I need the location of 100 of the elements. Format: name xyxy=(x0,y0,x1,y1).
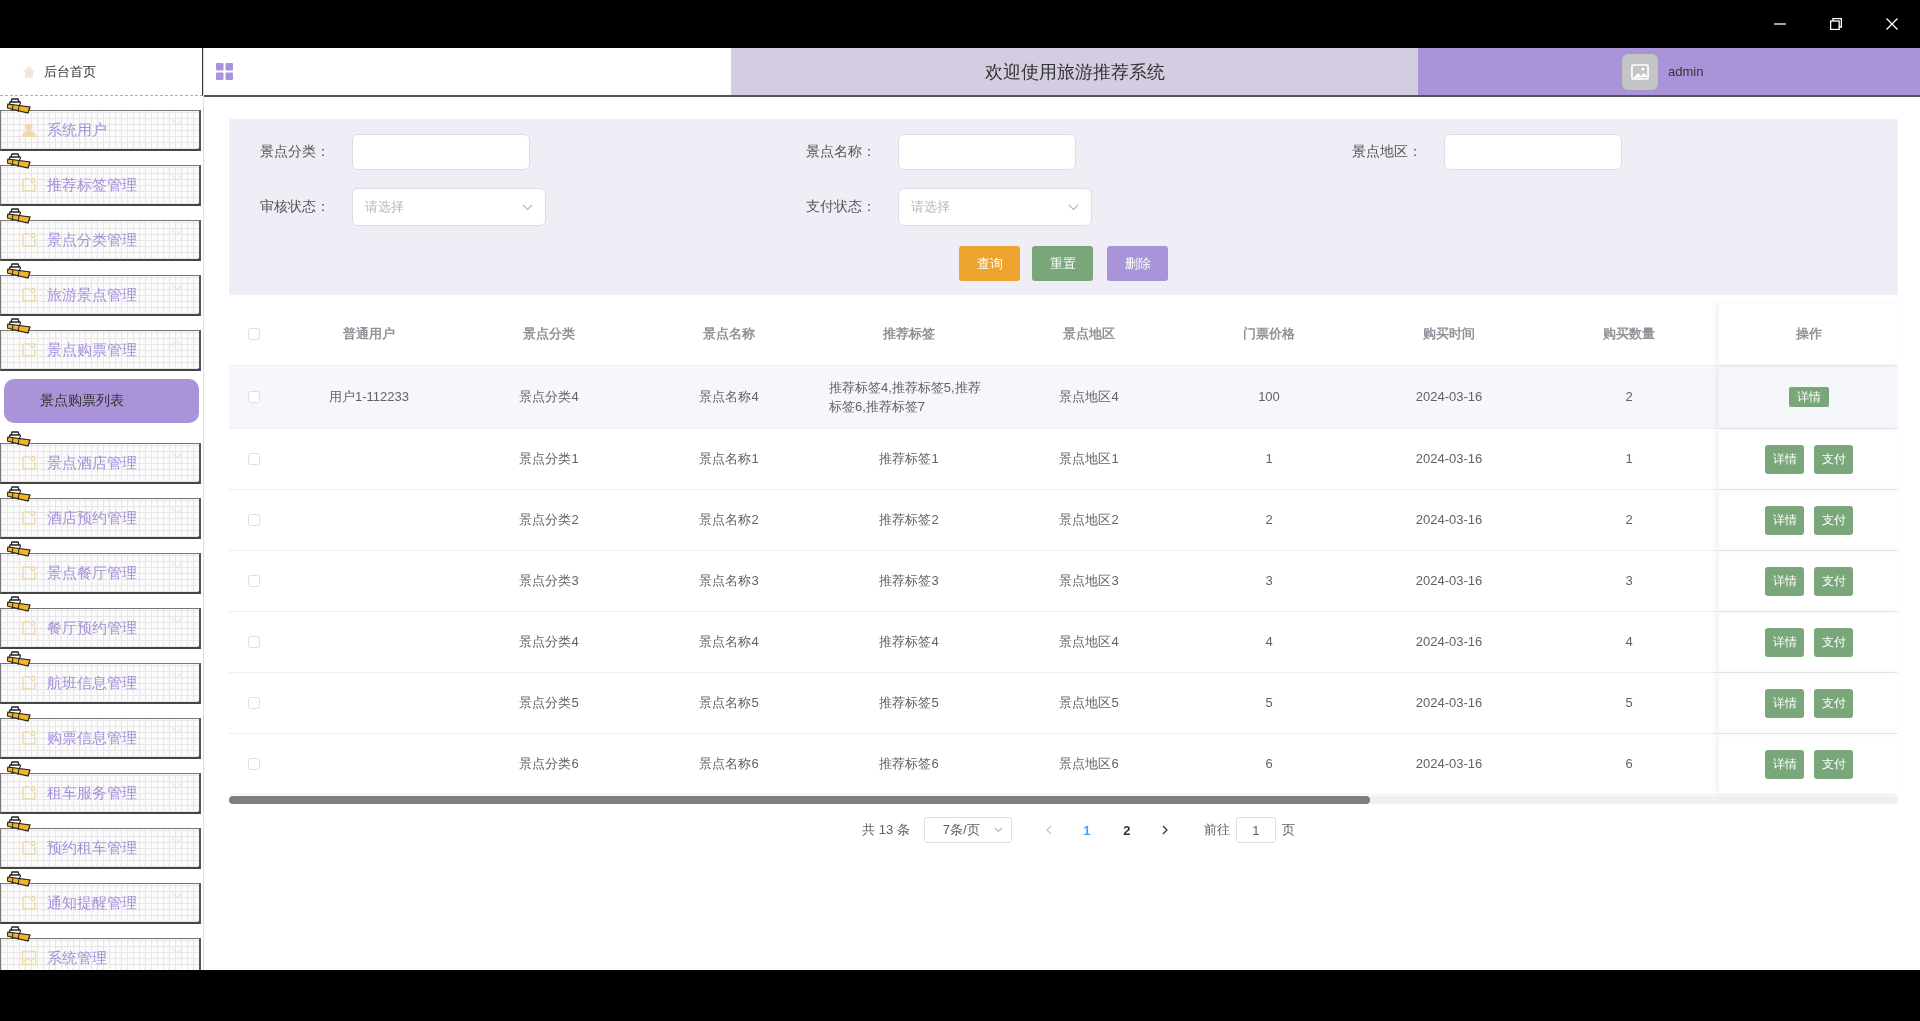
checkbox[interactable] xyxy=(248,514,260,526)
table-cell-text: 推荐标签6 xyxy=(879,755,939,774)
query-button[interactable]: 查询 xyxy=(959,246,1020,281)
sidebar-menu-item[interactable]: 酒店预约管理 xyxy=(0,498,201,539)
sidebar-menu-item[interactable]: 景点餐厅管理 xyxy=(0,553,201,594)
pay-button[interactable]: 支付 xyxy=(1814,749,1853,779)
document-icon xyxy=(21,785,37,801)
details-button[interactable]: 详情 xyxy=(1765,505,1804,535)
column-header: 操作 xyxy=(1796,325,1822,343)
sidebar-menu-item[interactable]: 景点分类管理 xyxy=(0,220,201,261)
table-cell-text: 推荐标签2 xyxy=(879,511,939,530)
table-cell-text: 2024-03-16 xyxy=(1415,755,1483,774)
text-input-field[interactable] xyxy=(1444,134,1622,170)
binder-clip-icon xyxy=(7,816,33,832)
field-label: 支付状态： xyxy=(806,198,877,216)
details-button[interactable]: 详情 xyxy=(1765,444,1804,474)
sidebar-menu-item[interactable]: 推荐标签管理 xyxy=(0,165,201,206)
sidebar-menu-item[interactable]: 预约租车管理 xyxy=(0,828,201,869)
select-field[interactable]: 请选择 xyxy=(898,188,1092,226)
sidebar-menu-item[interactable]: 餐厅预约管理 xyxy=(0,608,201,649)
checkbox[interactable] xyxy=(248,391,260,403)
table-cell-text: 2024-03-16 xyxy=(1415,572,1483,591)
binder-clip-icon xyxy=(7,263,33,279)
page-number[interactable]: 1 xyxy=(1069,816,1104,844)
table-cell-text: 推荐标签1 xyxy=(879,450,939,469)
username[interactable]: admin xyxy=(1668,64,1704,79)
table-cell-text: 景点分类6 xyxy=(519,755,579,774)
minimize-icon xyxy=(1774,23,1786,25)
checkbox[interactable] xyxy=(248,328,260,340)
sidebar-menu-item[interactable]: 旅游景点管理 xyxy=(0,275,201,316)
table-cell-text: 推荐标签5 xyxy=(879,694,939,713)
table-cell-text: 1 xyxy=(1625,450,1633,469)
table-cell-text: 景点地区6 xyxy=(1059,755,1119,774)
table-cell-text: 景点地区4 xyxy=(1059,388,1119,407)
page-number[interactable]: 2 xyxy=(1109,816,1144,844)
table-cell-text: 2024-03-16 xyxy=(1415,450,1483,469)
details-button[interactable]: 详情 xyxy=(1765,688,1804,718)
sidebar-menu-item[interactable]: 系统管理 xyxy=(0,938,201,970)
document-icon xyxy=(21,895,37,911)
document-icon xyxy=(21,287,37,303)
table-cell-text: 景点分类1 xyxy=(519,450,579,469)
sidebar-menu-item[interactable]: 购票信息管理 xyxy=(0,718,201,759)
page-input-field[interactable]: 1 xyxy=(1235,817,1276,843)
column-header: 普通用户 xyxy=(343,325,395,343)
document-icon xyxy=(21,840,37,856)
sidebar-menu-item[interactable]: 航班信息管理 xyxy=(0,663,201,704)
table-cell-text: 景点名称4 xyxy=(699,388,759,407)
table-cell-text: 景点地区3 xyxy=(1059,572,1119,591)
table-cell-text: 2024-03-16 xyxy=(1415,388,1483,407)
binder-clip-icon xyxy=(7,541,33,557)
table-cell-text: 4 xyxy=(1625,633,1633,652)
table-cell-text: 5 xyxy=(1625,694,1633,713)
delete-button[interactable]: 删除 xyxy=(1107,246,1168,281)
sidebar-menu-item[interactable]: 系统用户 xyxy=(0,110,201,151)
details-button[interactable]: 详情 xyxy=(1765,749,1804,779)
checkbox[interactable] xyxy=(248,453,260,465)
home-menu-item[interactable]: 后台首页 xyxy=(0,48,203,96)
table-cell-text: 用户1-112233 xyxy=(329,388,409,407)
checkbox[interactable] xyxy=(248,758,260,770)
sidebar-menu-item[interactable]: 景点酒店管理 xyxy=(0,443,201,484)
sidebar-menu-item[interactable]: 租车服务管理 xyxy=(0,773,201,814)
details-button[interactable]: 详情 xyxy=(1765,627,1804,657)
column-header: 购买时间 xyxy=(1423,325,1475,343)
binder-clip-icon xyxy=(7,871,33,887)
sidebar-menu-item[interactable]: 景点购票管理 xyxy=(0,330,201,371)
table-cell-text: 5 xyxy=(1265,694,1273,713)
checkbox[interactable] xyxy=(248,697,260,709)
table-cell-text: 景点地区4 xyxy=(1059,633,1119,652)
table-cell-text: 景点分类5 xyxy=(519,694,579,713)
table-cell-text: 2 xyxy=(1265,511,1273,530)
pay-button[interactable]: 支付 xyxy=(1814,627,1853,657)
restore-icon xyxy=(1830,18,1842,30)
avatar-image-icon xyxy=(1622,53,1658,90)
table-cell-text: 景点分类4 xyxy=(519,388,579,407)
checkbox[interactable] xyxy=(248,575,260,587)
field-label: 审核状态： xyxy=(260,198,331,216)
binder-clip-icon xyxy=(7,318,33,334)
reset-button[interactable]: 重置 xyxy=(1032,246,1093,281)
text-input-field[interactable] xyxy=(898,134,1076,170)
page-size-select[interactable]: 7条/页 xyxy=(923,817,1012,843)
document-icon xyxy=(21,177,37,193)
column-header: 景点名称 xyxy=(703,325,755,343)
grid-menu-icon xyxy=(216,63,233,80)
table-cell-text: 3 xyxy=(1625,572,1633,591)
pay-button[interactable]: 支付 xyxy=(1814,444,1853,474)
sidebar-menu-item[interactable]: 通知提醒管理 xyxy=(0,883,201,924)
page-title: 欢迎使用旅游推荐系统 xyxy=(984,60,1165,84)
details-button[interactable]: 详情 xyxy=(1765,566,1804,596)
binder-clip-icon xyxy=(7,926,33,942)
details-button[interactable]: 详情 xyxy=(1789,387,1829,407)
checkbox[interactable] xyxy=(248,636,260,648)
horizontal-scrollbar[interactable] xyxy=(229,796,1898,804)
text-input-field[interactable] xyxy=(352,134,530,170)
select-field[interactable]: 请选择 xyxy=(352,188,546,226)
pay-button[interactable]: 支付 xyxy=(1814,566,1853,596)
table-cell-text: 4 xyxy=(1265,633,1273,652)
pay-button[interactable]: 支付 xyxy=(1814,505,1853,535)
table-cell-text: 景点地区1 xyxy=(1059,450,1119,469)
pay-button[interactable]: 支付 xyxy=(1814,688,1853,718)
submenu-item[interactable]: 景点购票列表 xyxy=(4,379,199,423)
